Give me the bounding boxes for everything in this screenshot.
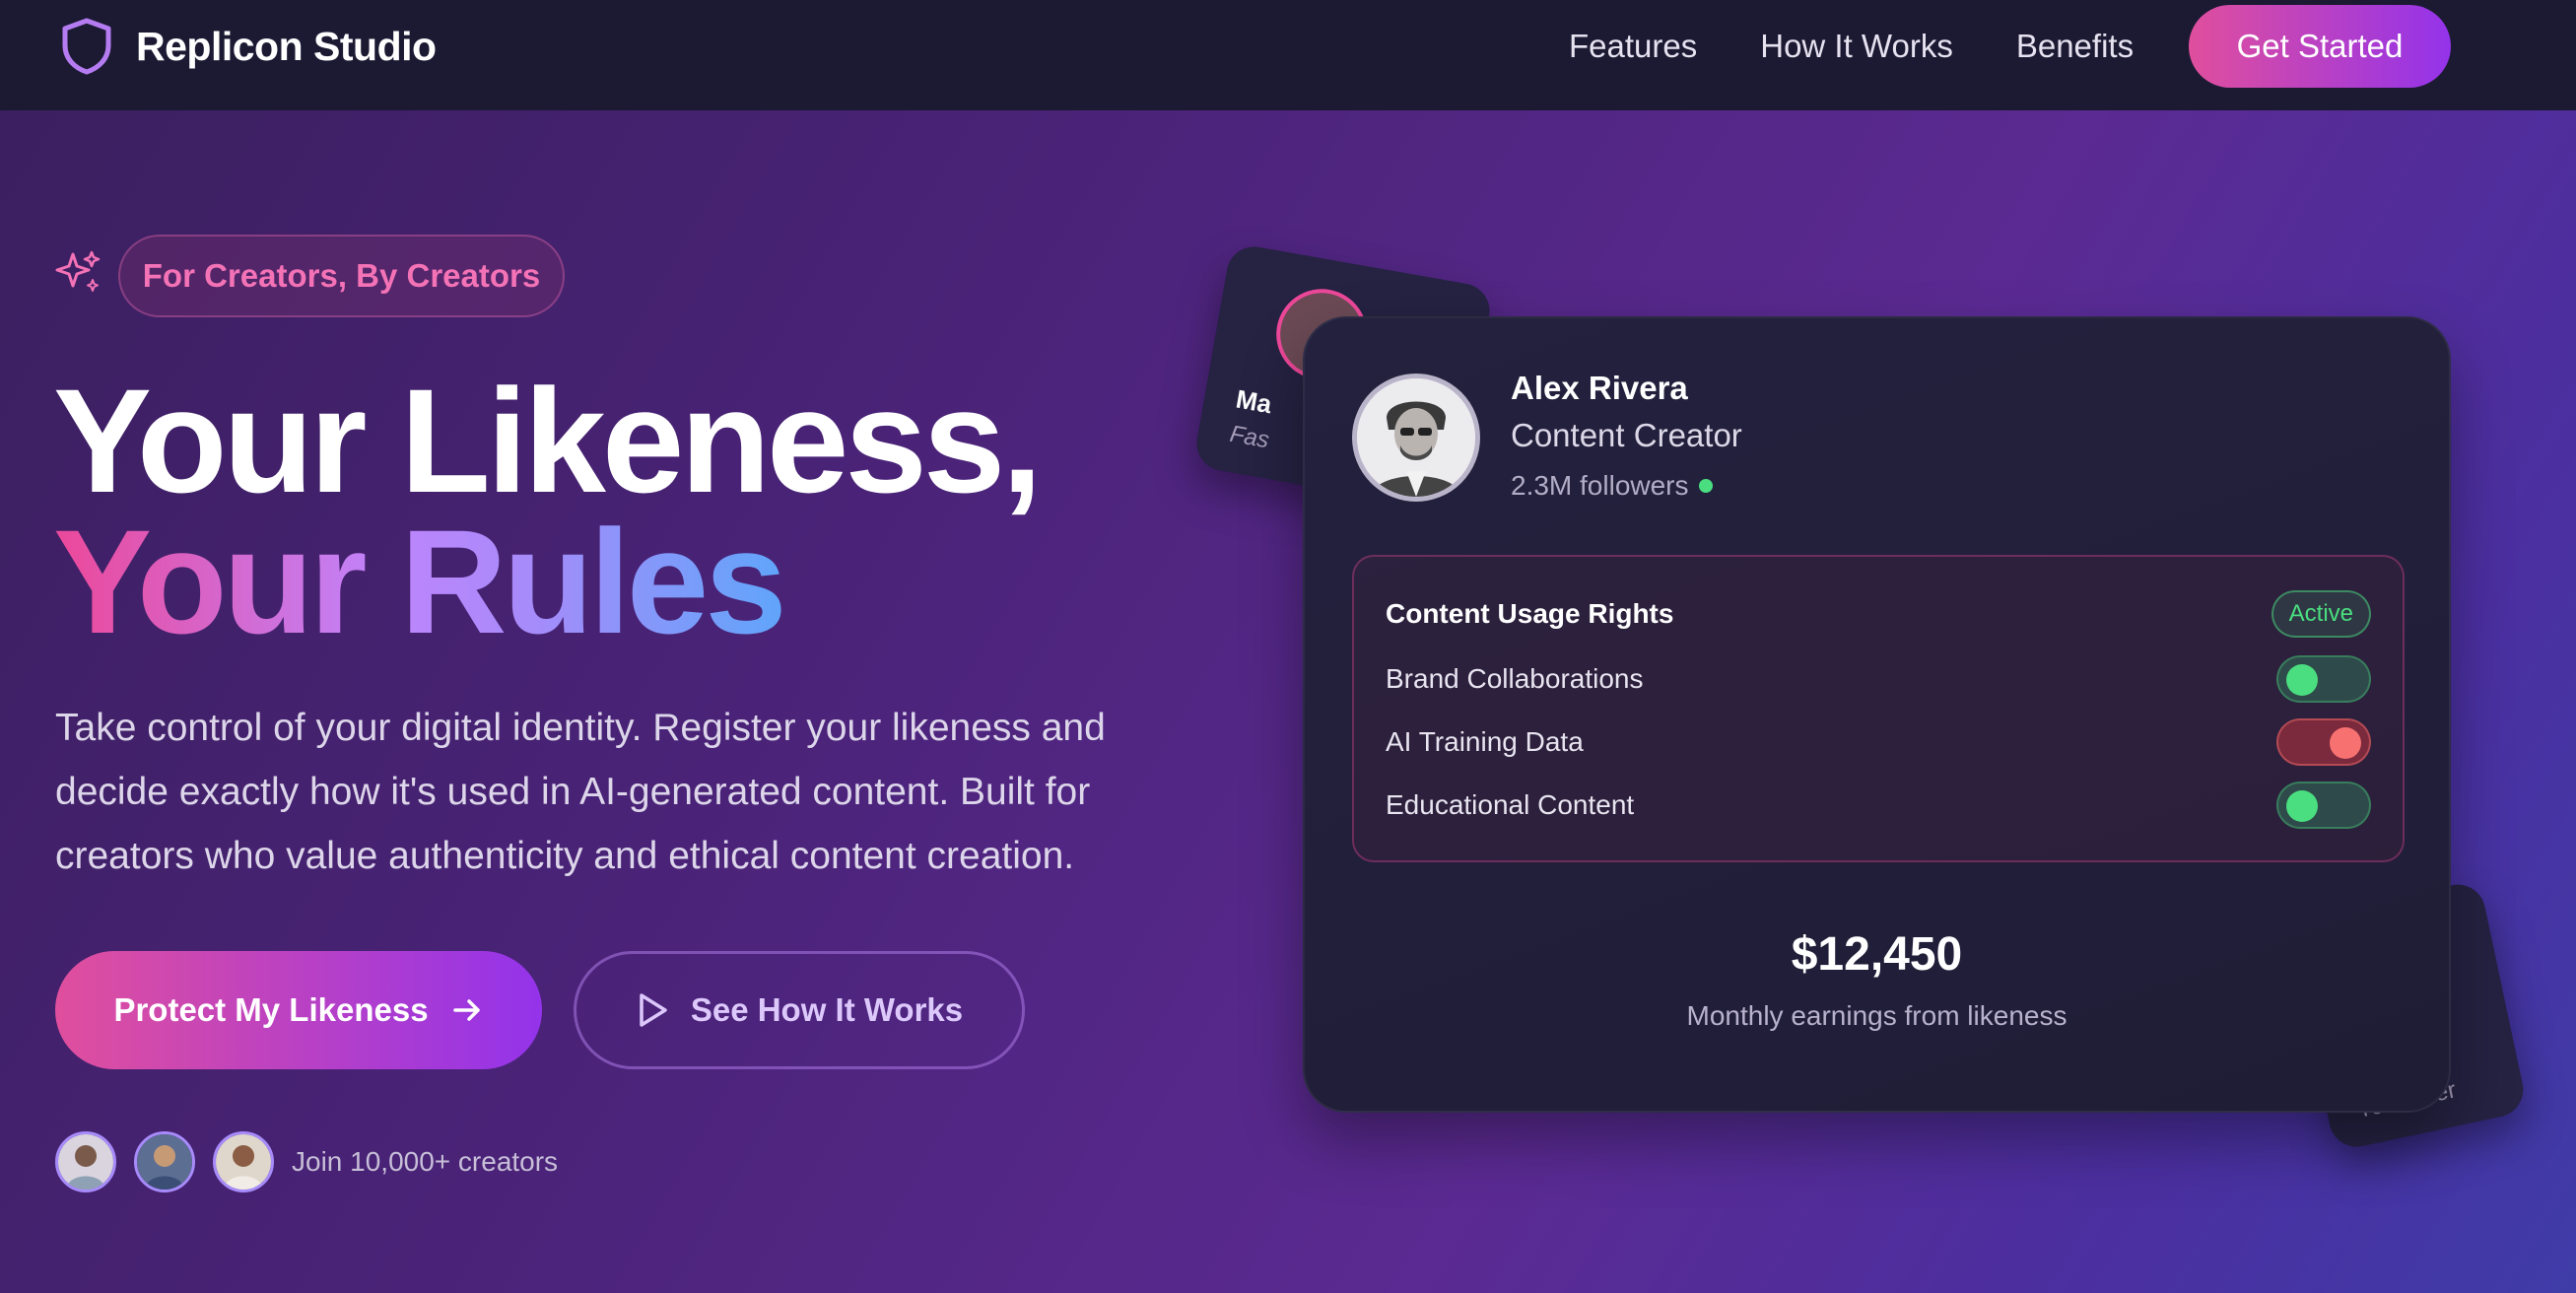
online-status-dot xyxy=(1698,479,1713,493)
nav-link-how-it-works[interactable]: How It Works xyxy=(1760,24,1953,69)
rights-title: Content Usage Rights xyxy=(1386,598,1674,629)
brand[interactable]: Replicon Studio xyxy=(61,18,437,75)
arrow-right-icon xyxy=(452,999,480,1021)
toggle-knob xyxy=(2286,664,2318,696)
hero-description: Take control of your digital identity. R… xyxy=(55,707,1106,877)
creator-avatars: Join 10,000+ creators xyxy=(55,1131,558,1192)
ai-training-data-toggle[interactable] xyxy=(2276,718,2371,766)
permission-row: Brand Collaborations xyxy=(1386,655,2371,703)
play-icon xyxy=(640,993,667,1027)
earnings-label: Monthly earnings from likeness xyxy=(1686,1000,2068,1031)
creators-badge: For Creators, By Creators xyxy=(118,235,565,317)
educational-content-toggle[interactable] xyxy=(2276,782,2371,829)
nav-link-benefits[interactable]: Benefits xyxy=(2016,24,2134,69)
permission-label: Brand Collaborations xyxy=(1386,663,1644,694)
brand-name: Replicon Studio xyxy=(136,23,437,69)
creator-profile-card: Alex Rivera Content Creator 2.3M followe… xyxy=(1303,316,2451,1113)
followers-count: 2.3M followers xyxy=(1511,470,1713,502)
status-badge: Active xyxy=(2271,590,2371,638)
back-card-name: Ma xyxy=(1233,383,1274,420)
get-started-button[interactable]: Get Started xyxy=(2189,5,2451,88)
protect-button-label: Protect My Likeness xyxy=(113,991,429,1028)
hero-title-line2: Your Rules xyxy=(53,499,787,664)
rights-header: Content Usage Rights Active xyxy=(1386,590,2371,638)
followers-text: 2.3M followers xyxy=(1511,470,1689,501)
see-how-it-works-button[interactable]: See How It Works xyxy=(574,951,1025,1069)
creator-role: Content Creator xyxy=(1511,417,1742,453)
permission-row: AI Training Data xyxy=(1386,718,2371,766)
permission-label: Educational Content xyxy=(1386,789,1635,820)
creator-name: Alex Rivera xyxy=(1511,370,1688,406)
avatar xyxy=(134,1131,195,1192)
top-nav: Replicon Studio Features How It Works Be… xyxy=(0,0,2576,110)
back-card-role: Fas xyxy=(1227,420,1272,454)
permission-label: AI Training Data xyxy=(1386,726,1584,757)
hero-title-line1: Your Likeness, xyxy=(53,358,1043,523)
usage-rights-panel: Content Usage Rights Active Brand Collab… xyxy=(1352,555,2405,862)
avatar xyxy=(1352,374,1480,502)
shield-icon xyxy=(62,18,111,75)
nav-link-features[interactable]: Features xyxy=(1569,24,1697,69)
toggle-knob xyxy=(2330,727,2361,759)
toggle-knob xyxy=(2286,790,2318,822)
see-how-label: See How It Works xyxy=(690,991,964,1028)
sparkles-icon xyxy=(55,250,101,292)
social-proof-text: Join 10,000+ creators xyxy=(292,1146,559,1177)
protect-my-likeness-button[interactable]: Protect My Likeness xyxy=(55,951,542,1069)
nav-links: Features How It Works Benefits xyxy=(1569,24,2134,69)
brand-collaborations-toggle[interactable] xyxy=(2276,655,2371,703)
avatar xyxy=(213,1131,274,1192)
earnings-amount: $12,450 xyxy=(1791,928,1963,981)
permission-row: Educational Content xyxy=(1386,782,2371,829)
avatar xyxy=(55,1131,116,1192)
